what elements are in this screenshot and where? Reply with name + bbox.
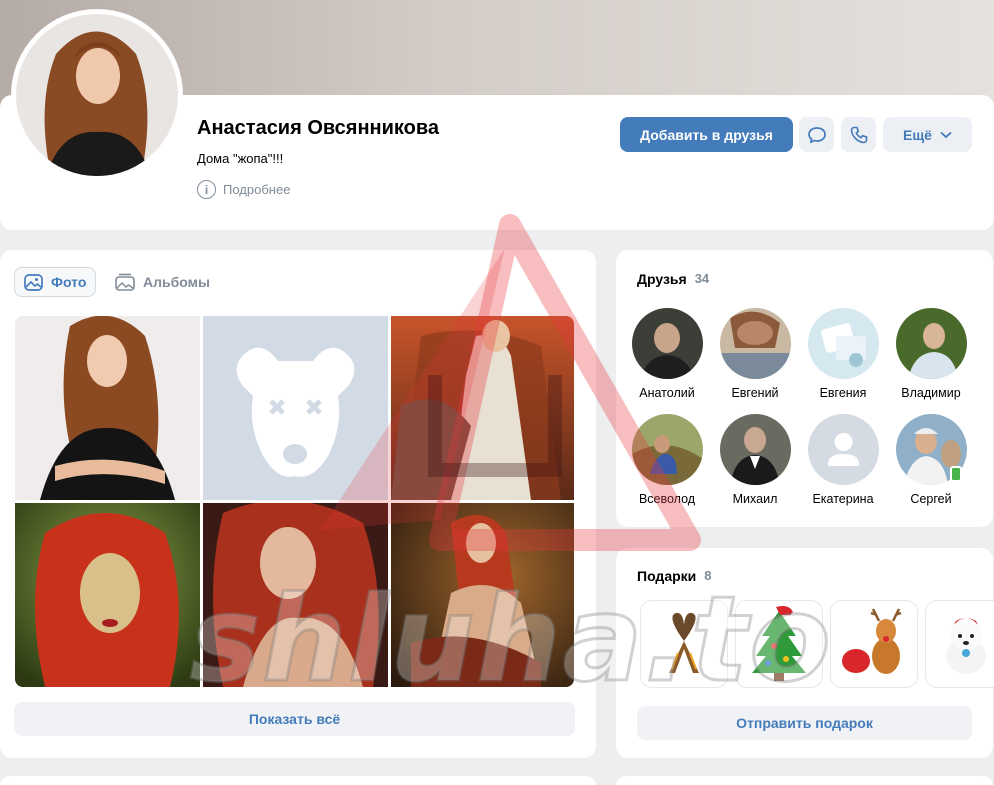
call-button[interactable] [841,117,876,152]
friend-name: Евгения [819,386,867,400]
user-placeholder-icon [807,414,879,485]
show-all-photos-button[interactable]: Показать всё [14,702,575,736]
avatar [895,308,967,379]
photo-thumbnail[interactable] [15,503,200,687]
tab-photos[interactable]: Фото [14,267,97,297]
more-button-label: Ещё [903,126,932,143]
photo-thumbnail[interactable] [203,316,388,500]
friend-item[interactable]: Анатолий [623,308,711,400]
friend-item[interactable]: Михаил [711,414,799,506]
friend-name: Екатерина [812,492,874,506]
friend-item[interactable]: Всеволод [623,414,711,506]
vk-placeholder-icon [203,316,388,500]
avatar [719,414,791,485]
more-button[interactable]: Ещё [883,117,972,152]
profile-avatar[interactable] [11,9,183,181]
photo-thumbnail[interactable] [391,316,574,500]
gift-item[interactable] [735,600,823,688]
friend-item[interactable]: Сергей [887,414,975,506]
friend-item[interactable]: Евгения [799,308,887,400]
avatar [631,414,703,485]
friend-name: Михаил [732,492,778,506]
avatar-photo [16,14,178,176]
avatar [807,308,879,379]
friends-count: 34 [694,271,710,286]
reindeer-icon [842,608,902,674]
photo-thumbnail[interactable] [203,503,388,687]
gift-item[interactable] [925,600,994,688]
friend-name: Всеволод [638,492,696,506]
photo-icon [24,273,43,291]
avatar [631,308,703,379]
next-section-card [0,776,596,785]
tab-albums[interactable]: Альбомы [106,267,219,297]
next-section-card [616,776,993,785]
gifts-title[interactable]: Подарки 8 [637,568,712,584]
avatar [719,308,791,379]
friend-item[interactable]: Евгений [711,308,799,400]
tab-albums-label: Альбомы [143,274,210,290]
photo-thumbnail[interactable] [391,503,574,687]
add-friend-button[interactable]: Добавить в друзья [620,117,793,152]
gifts-title-label: Подарки [637,568,697,584]
friend-item[interactable]: Владимир [887,308,975,400]
christmas-tree-icon [752,606,806,681]
message-icon [807,126,826,143]
more-info-label: Подробнее [223,182,291,197]
more-info-link[interactable]: i Подробнее [197,180,290,199]
gifts-count: 8 [704,568,712,583]
profile-status: Дома "жопа"!!! [197,151,284,166]
ribbon-icon [669,612,699,673]
profile-name: Анастасия Овсянникова [197,117,440,139]
photo-thumbnail[interactable] [15,316,200,500]
friend-item[interactable]: Екатерина [799,414,887,506]
gift-item[interactable] [830,600,918,688]
friend-name: Анатолий [639,386,695,400]
friend-name: Владимир [901,386,961,400]
online-mobile-icon [950,466,962,482]
avatar [807,414,879,485]
friends-title[interactable]: Друзья 34 [637,271,709,287]
puppy-icon [946,618,986,674]
phone-icon [850,126,867,143]
gift-item[interactable] [640,600,728,688]
send-gift-button[interactable]: Отправить подарок [637,706,972,740]
album-icon [115,273,135,291]
chevron-down-icon [940,131,952,138]
message-button[interactable] [799,117,834,152]
tab-photos-label: Фото [51,274,87,290]
friend-name: Сергей [910,492,952,506]
friend-name: Евгений [731,386,779,400]
info-icon: i [197,180,216,199]
friends-title-label: Друзья [637,271,687,287]
